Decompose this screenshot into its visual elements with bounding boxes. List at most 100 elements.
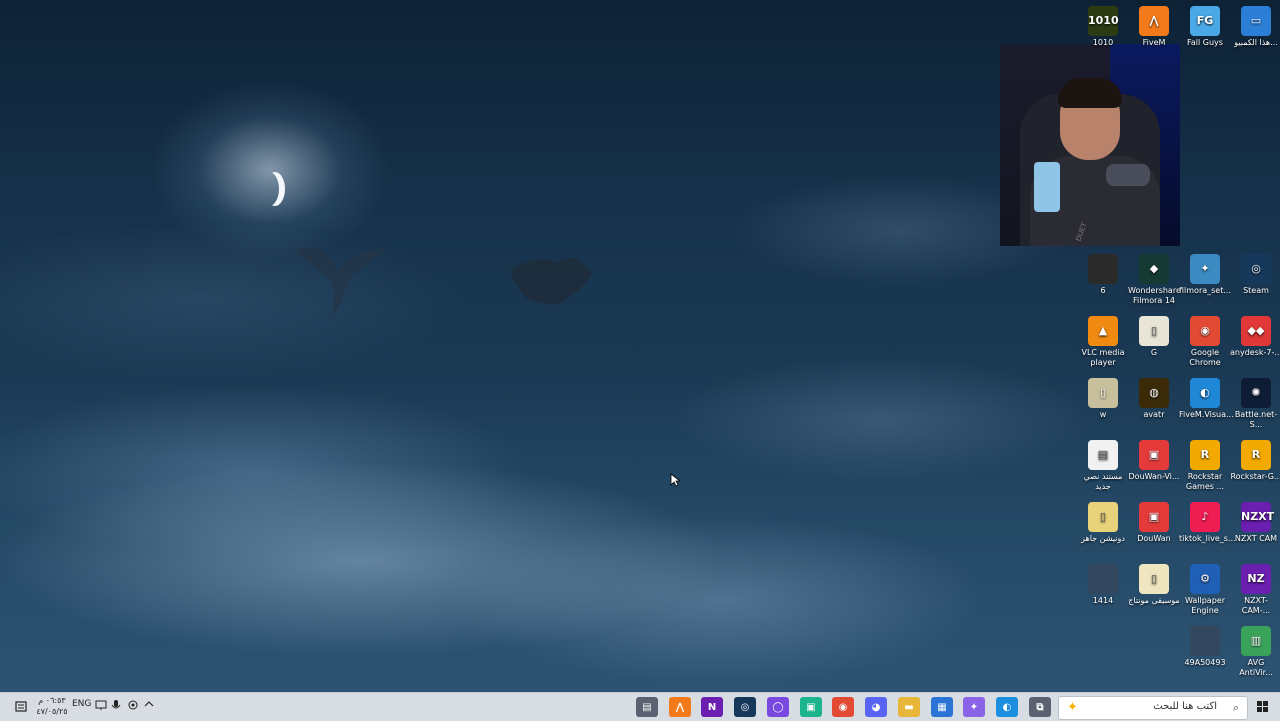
icon-filmora-image-icon: ◆ — [1139, 254, 1169, 284]
icon-rockstar-games[interactable]: R Rockstar Games ... — [1179, 440, 1231, 492]
icon-rockstar-g-label: Rockstar-G... — [1230, 472, 1280, 481]
icon-tiktok-live[interactable]: ♪ tiktok_live_s... — [1179, 502, 1236, 544]
icon-nzxt-cam-2[interactable]: NZ NZXT-CAM-... — [1230, 564, 1280, 616]
icon-6-image-icon — [1088, 254, 1118, 284]
icon-avg-label: AVG AntiVir... — [1239, 658, 1273, 677]
icon-douwan[interactable]: ▣ DouWan — [1128, 502, 1180, 544]
icon-wallpaper-engine[interactable]: ⚙ Wallpaper Engine — [1179, 564, 1231, 616]
icon-chrome[interactable]: ◉ Google Chrome — [1179, 316, 1231, 368]
icon-1414-label: 1414 — [1092, 596, 1114, 605]
icon-douwan-image-icon: ▣ — [1139, 502, 1169, 532]
icon-douwan-vi-image-icon: ▣ — [1139, 440, 1169, 470]
icon-1010[interactable]: 1010 1010 — [1077, 6, 1129, 48]
icon-steam-image-icon: ◎ — [1241, 254, 1271, 284]
taskbar-app-purple-icon[interactable]: ◯ — [767, 697, 789, 717]
icon-fivem-label: FiveM — [1142, 38, 1166, 47]
icon-steam[interactable]: ◎ Steam — [1230, 254, 1280, 296]
network-icon[interactable] — [95, 699, 107, 714]
webcam-microphone — [1106, 164, 1150, 186]
taskbar-fivem-icon[interactable]: ⋀ — [669, 697, 691, 717]
webcam-overlay: DUET — [1000, 44, 1180, 246]
icon-fall-guys-label: Fall Guys — [1187, 38, 1223, 47]
icon-w-image-icon: ▯ — [1088, 378, 1118, 408]
icon-wallpaper-engine-image-icon: ⚙ — [1190, 564, 1220, 594]
icon-nzxt-cam[interactable]: NZXT NZXT CAM — [1230, 502, 1280, 544]
icon-music-montage[interactable]: ▯ موسيقى مونتاج — [1128, 564, 1180, 606]
icon-1414-image-icon — [1088, 564, 1118, 594]
icon-chrome-image-icon: ◉ — [1190, 316, 1220, 346]
search-highlight-icon: ✦ — [1067, 700, 1078, 715]
icon-music-montage-image-icon: ▯ — [1139, 564, 1169, 594]
icon-this-pc[interactable]: ▭ هذا الكمبيو... — [1230, 6, 1280, 48]
start-button-windows-icon[interactable] — [1252, 697, 1274, 717]
taskbar-file-explorer-icon[interactable]: ▬ — [898, 697, 920, 717]
icon-donation-ready-label: دونيشن جاهز — [1081, 534, 1125, 543]
icon-6[interactable]: 6 — [1077, 254, 1129, 296]
icon-rockstar-games-image-icon: R — [1190, 440, 1220, 470]
notification-center-icon[interactable] — [14, 699, 28, 713]
icon-avatr-image-icon: ◍ — [1139, 378, 1169, 408]
language-indicator[interactable]: ENG — [72, 699, 91, 709]
icon-g[interactable]: ▯ G — [1128, 316, 1180, 358]
taskbar-nzxt-icon[interactable]: N — [701, 697, 723, 717]
icon-avg[interactable]: ▥ AVG AntiVir... — [1230, 626, 1280, 678]
icon-g-label: G — [1150, 348, 1158, 357]
taskbar-clock[interactable]: ٠٦:٥٣ م ٤٧/٠٥/٢٥ — [34, 695, 70, 717]
icon-douwan-vi[interactable]: ▣ DouWan-Vi... — [1128, 440, 1180, 482]
icon-music-montage-label: موسيقى مونتاج — [1128, 596, 1180, 605]
icon-douwan-vi-label: DouWan-Vi... — [1128, 472, 1180, 481]
taskbar-steam-icon[interactable]: ◎ — [734, 697, 756, 717]
icon-w[interactable]: ▯ w — [1077, 378, 1129, 420]
taskbar-task-view-icon[interactable]: ⧉ — [1029, 697, 1051, 717]
icon-avg-image-icon: ▥ — [1241, 626, 1271, 656]
icon-49a50493[interactable]: 49A50493 — [1179, 626, 1231, 668]
icon-49a50493-label: 49A50493 — [1184, 658, 1226, 667]
taskbar-chrome-icon[interactable]: ◉ — [832, 697, 854, 717]
icon-filmora-setup[interactable]: ✦ filmora_set... — [1179, 254, 1231, 296]
show-hidden-icons-chevron-up-icon[interactable] — [144, 699, 154, 712]
icon-steam-label: Steam — [1243, 286, 1269, 295]
icon-battlenet[interactable]: ✺ Battle.net-S... — [1230, 378, 1280, 430]
icon-anydesk[interactable]: ◆◆ anydesk-7-... — [1230, 316, 1280, 358]
icon-rockstar-games-label: Rockstar Games ... — [1185, 472, 1225, 491]
icon-new-text[interactable]: ▤ مستند نصي جديد — [1077, 440, 1129, 492]
icon-1414[interactable]: 1414 — [1077, 564, 1129, 606]
icon-fivem-visual[interactable]: ◐ FiveM.Visua... — [1179, 378, 1234, 420]
taskbar-copilot-icon[interactable]: ✦ — [963, 697, 985, 717]
icon-fall-guys[interactable]: FG Fall Guys — [1179, 6, 1231, 48]
icon-49a50493-image-icon — [1190, 626, 1220, 656]
icon-nzxt-cam-2-label: NZXT-CAM-... — [1241, 596, 1271, 615]
icon-vlc-label: VLC media player — [1081, 348, 1125, 367]
icon-fivem[interactable]: ⋀ FiveM — [1128, 6, 1180, 48]
icon-avatr[interactable]: ◍ avatr — [1128, 378, 1180, 420]
icon-battlenet-label: Battle.net-S... — [1234, 410, 1278, 429]
icon-filmora[interactable]: ◆ Wondershare Filmora 14 — [1128, 254, 1181, 306]
taskbar-app-green-icon[interactable]: ▣ — [800, 697, 822, 717]
icon-tiktok-live-label: tiktok_live_s... — [1179, 534, 1236, 543]
taskbar-store-icon[interactable]: ▦ — [931, 697, 953, 717]
taskbar-widgets-icon[interactable]: ▤ — [636, 697, 658, 717]
taskbar-discord-icon[interactable]: ◕ — [865, 697, 887, 717]
taskbar-edge-icon[interactable]: ◐ — [996, 697, 1018, 717]
taskbar-search-box[interactable]: ✦ اكتب هنا للبحث ⌕ — [1058, 696, 1248, 720]
icon-6-label: 6 — [1100, 286, 1106, 295]
webcam-tray-icon[interactable] — [127, 699, 139, 714]
icon-donation-ready[interactable]: ▯ دونيشن جاهز — [1077, 502, 1129, 544]
icon-fivem-image-icon: ⋀ — [1139, 6, 1169, 36]
icon-1010-image-icon: 1010 — [1088, 6, 1119, 36]
moon — [259, 172, 279, 206]
icon-this-pc-image-icon: ▭ — [1241, 6, 1271, 36]
icon-battlenet-image-icon: ✺ — [1241, 378, 1271, 408]
icon-nzxt-cam-label: NZXT CAM — [1234, 534, 1278, 543]
microphone-icon[interactable] — [111, 699, 121, 714]
icon-1010-label: 1010 — [1092, 38, 1114, 47]
icon-rockstar-g[interactable]: R Rockstar-G... — [1230, 440, 1280, 482]
icon-donation-ready-image-icon: ▯ — [1088, 502, 1118, 532]
search-icon: ⌕ — [1232, 701, 1239, 714]
icon-fivem-visual-image-icon: ◐ — [1190, 378, 1220, 408]
search-placeholder: اكتب هنا للبحث — [1153, 701, 1217, 712]
clock-date: ٤٧/٠٥/٢٥ — [36, 707, 68, 716]
taskbar: ٠٦:٥٣ م ٤٧/٠٥/٢٥ ENG ▤ ⋀ N ◎ ◯ ▣ ◉ ◕ ▬ ▦ ✦ ◐ ⧉ ✦ اكت… — [0, 692, 1280, 721]
icon-tiktok-live-image-icon: ♪ — [1190, 502, 1220, 532]
icon-vlc[interactable]: ▲ VLC media player — [1077, 316, 1129, 368]
